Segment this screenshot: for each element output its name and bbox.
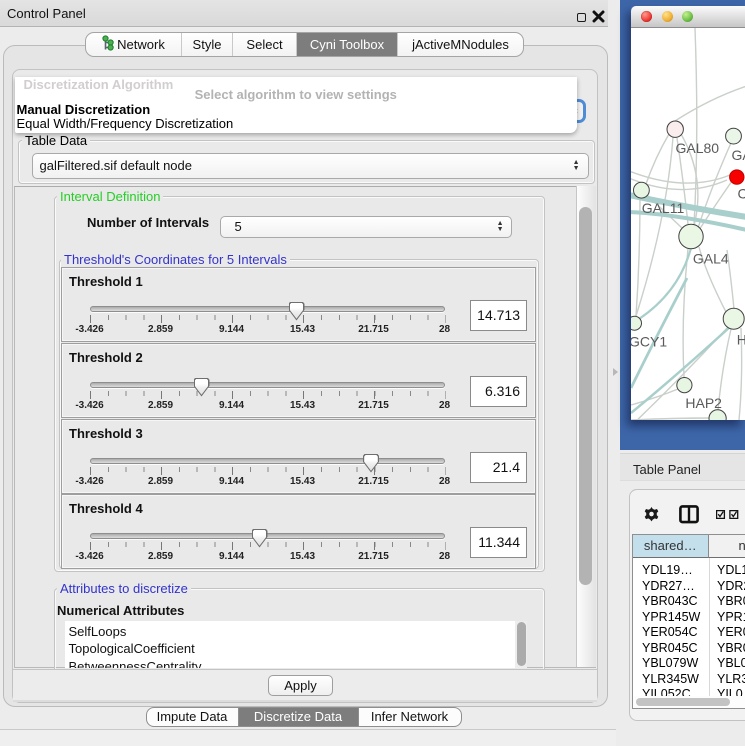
svg-text:GCY1: GCY1 — [631, 333, 667, 349]
svg-text:C: C — [738, 185, 745, 201]
svg-text:GA: GA — [732, 147, 745, 163]
svg-text:GAL80: GAL80 — [676, 140, 720, 156]
svg-text:H: H — [737, 331, 745, 347]
svg-text:HAP2: HAP2 — [685, 395, 722, 411]
svg-text:GAL4: GAL4 — [693, 250, 729, 266]
svg-text:GAL11: GAL11 — [642, 200, 685, 216]
